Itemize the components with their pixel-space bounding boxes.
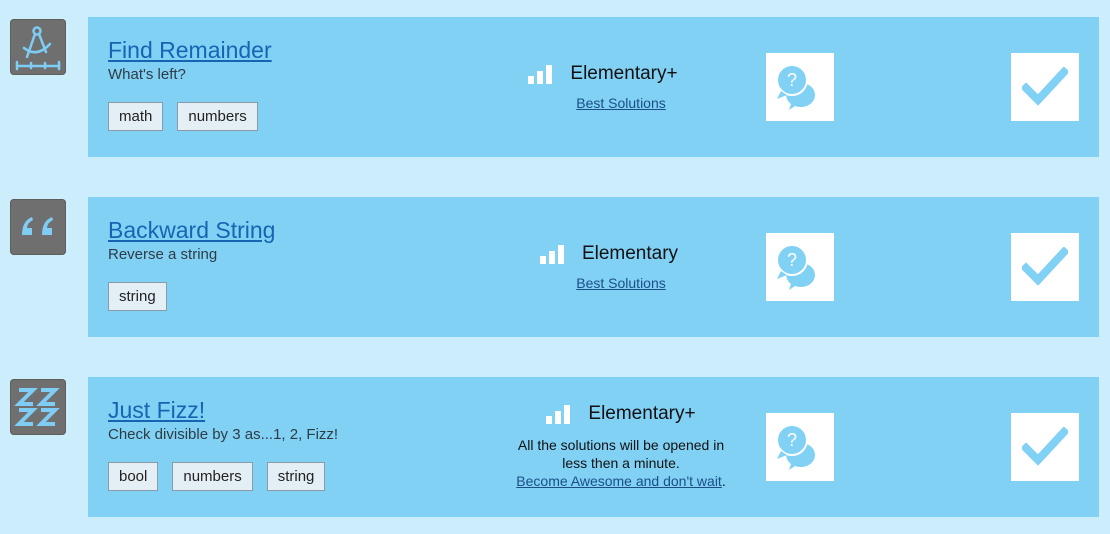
help-button[interactable]: ? — [766, 53, 834, 121]
tag[interactable]: string — [108, 282, 167, 311]
tag-list: math numbers — [108, 102, 258, 131]
tag[interactable]: math — [108, 102, 164, 131]
note-link-line: Become Awesome and don't wait. — [471, 472, 771, 490]
checkmark-icon — [1022, 247, 1068, 286]
tag[interactable]: string — [266, 462, 326, 491]
solve-check-button[interactable] — [1011, 233, 1079, 301]
mission-row: Backward String Reverse a string string … — [0, 197, 1110, 337]
mission-description: What's left? — [108, 66, 186, 83]
svg-text:?: ? — [787, 250, 797, 270]
note-text-line: All the solutions will be opened in — [517, 437, 725, 453]
quote-icon — [10, 199, 66, 255]
tag[interactable]: numbers — [172, 462, 253, 491]
mission-card: Backward String Reverse a string string … — [88, 197, 1099, 337]
checkmark-icon — [1022, 427, 1068, 466]
speech-bubbles-icon: ? — [776, 64, 815, 110]
mission-description: Check divisible by 3 as...1, 2, Fizz! — [108, 426, 339, 443]
level-label: Elementary — [581, 243, 679, 264]
svg-text:?: ? — [787, 70, 797, 90]
checkmark-icon — [1022, 67, 1068, 106]
tag[interactable]: numbers — [177, 102, 258, 131]
mission-card: Just Fizz! Check divisible by 3 as...1, … — [88, 377, 1099, 517]
signal-bars-icon — [546, 404, 571, 424]
level-label: Elementary+ — [570, 63, 678, 84]
speech-bubbles-icon: ? — [776, 424, 815, 470]
speech-bubbles-icon: ? — [776, 244, 815, 290]
best-solutions-link[interactable]: Best Solutions — [471, 275, 771, 291]
signal-bars-icon — [528, 64, 553, 84]
level-indicator: Elementary+ — [471, 403, 771, 425]
level-indicator: Elementary — [459, 243, 759, 265]
level-indicator: Elementary+ — [453, 63, 753, 85]
best-solutions-link[interactable]: Best Solutions — [471, 95, 771, 111]
mission-description: Reverse a string — [108, 246, 218, 263]
tag-list: string — [108, 282, 167, 311]
become-awesome-link[interactable]: Become Awesome and don't wait — [516, 473, 722, 489]
tag-list: bool numbers string — [108, 462, 326, 491]
solve-check-button[interactable] — [1011, 413, 1079, 481]
help-button[interactable]: ? — [766, 413, 834, 481]
mission-row: Find Remainder What's left? math numbers… — [0, 17, 1110, 157]
solve-check-button[interactable] — [1011, 53, 1079, 121]
mission-title[interactable]: Find Remainder — [108, 37, 272, 64]
help-button[interactable]: ? — [766, 233, 834, 301]
level-label: Elementary+ — [588, 403, 696, 424]
note-text-line: less then a minute. — [562, 455, 680, 471]
solutions-unlock-note: All the solutions will be opened in less… — [471, 436, 771, 490]
compass-ruler-icon — [10, 19, 66, 75]
note-period: . — [721, 473, 726, 489]
signal-bars-icon — [539, 244, 564, 264]
mission-row: Just Fizz! Check divisible by 3 as...1, … — [0, 377, 1110, 517]
tag[interactable]: bool — [108, 462, 159, 491]
svg-text:?: ? — [787, 430, 797, 450]
mission-title[interactable]: Backward String — [108, 217, 275, 244]
mission-title[interactable]: Just Fizz! — [108, 397, 205, 424]
zzz-icon — [10, 379, 66, 435]
mission-card: Find Remainder What's left? math numbers… — [88, 17, 1099, 157]
